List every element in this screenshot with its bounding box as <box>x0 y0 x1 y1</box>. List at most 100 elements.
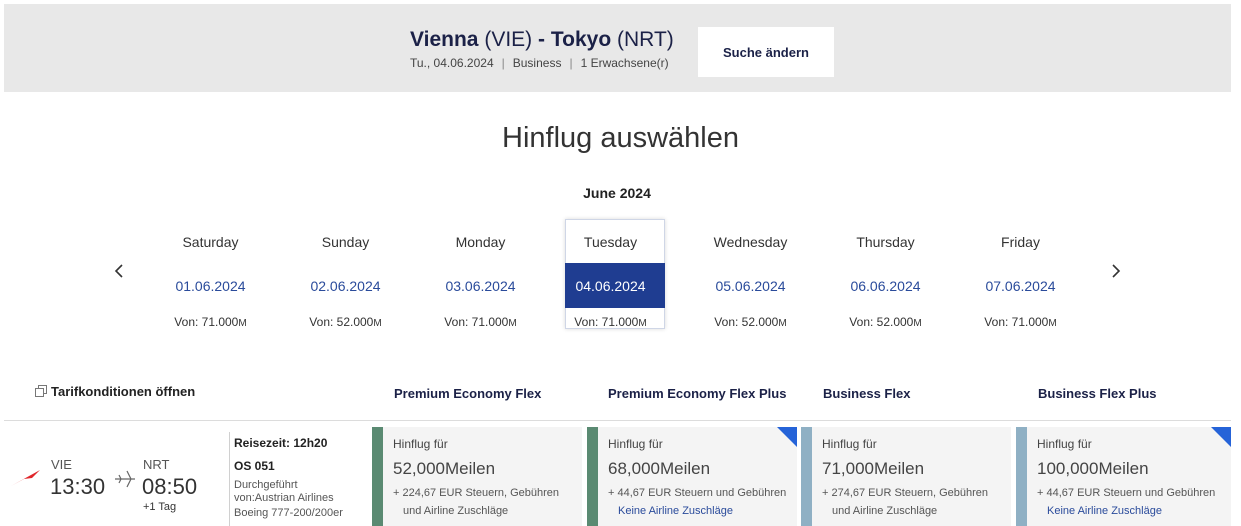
page-title: Hinflug auswählen <box>502 122 739 154</box>
day-name: Saturday <box>182 234 239 250</box>
day-date: 04.06.2024 <box>575 278 646 294</box>
day-price: Von: 71.000M <box>543 315 678 329</box>
day-name: Friday <box>1001 234 1040 250</box>
fare-option-premium-economy-flex[interactable]: Hinflug für 52,000Meilen + 224,67 EUR St… <box>372 427 582 526</box>
cabin-class: Business <box>512 56 562 70</box>
fare-tax-line: + 44,67 EUR Steuern und Gebühren <box>608 487 787 499</box>
day-option[interactable]: Wednesday 05.06.2024 Von: 52.000M <box>683 219 818 329</box>
fare-option-premium-economy-flex-plus[interactable]: Hinflug für 68,000Meilen + 44,67 EUR Ste… <box>587 427 797 526</box>
day-price-value: Von: 71.000 <box>174 315 239 329</box>
route-title: Vienna (VIE) - Tokyo (NRT) <box>410 28 674 52</box>
route-details: Tu., 04.06.2024 | Business | 1 Erwachsene(r) <box>410 56 669 70</box>
day-price: Von: 52.000M <box>278 315 413 329</box>
recommended-corner-badge <box>1211 427 1231 447</box>
fare-taxes: + 224,67 EUR Steuern, Gebühren und Airli… <box>393 484 583 520</box>
day-name: Wednesday <box>713 234 788 250</box>
fare-tax-line: + 274,67 EUR Steuern, Gebühren <box>822 487 989 499</box>
day-price-value: Von: 52.000 <box>714 315 779 329</box>
divider <box>4 420 1231 421</box>
search-summary-bar: Vienna (VIE) - Tokyo (NRT) Tu., 04.06.20… <box>4 4 1231 92</box>
change-search-button[interactable]: Suche ändern <box>698 27 834 77</box>
day-date: 02.06.2024 <box>310 278 381 294</box>
aircraft-type: Boeing 777-200/200er <box>234 507 343 519</box>
divider <box>229 432 230 526</box>
day-name: Tuesday <box>583 234 638 250</box>
separator: | <box>501 56 505 70</box>
calendar-month: June 2024 <box>583 185 651 201</box>
day-price: Von: 71.000M <box>953 315 1088 329</box>
departure-time: 13:30 <box>50 474 106 499</box>
miles-unit: M <box>1048 318 1057 329</box>
fare-option-business-flex-plus[interactable]: Hinflug für 100,000Meilen + 44,67 EUR St… <box>1016 427 1231 526</box>
day-option[interactable]: Thursday 06.06.2024 Von: 52.000M <box>818 219 953 329</box>
origin-code: (VIE) <box>484 28 533 51</box>
chevron-right-icon <box>1112 264 1121 278</box>
fare-color-bar <box>1016 427 1027 526</box>
fare-column-header: Business Flex Plus <box>1038 386 1157 401</box>
fare-tax-line: + 44,67 EUR Steuern und Gebühren <box>1037 487 1216 499</box>
no-surcharge-link[interactable]: Keine Airline Zuschläge <box>608 502 798 520</box>
austrian-airlines-logo-icon <box>11 470 40 486</box>
chevron-left-icon <box>114 264 123 278</box>
day-price: Von: 71.000M <box>143 315 278 329</box>
day-price-value: Von: 52.000 <box>309 315 374 329</box>
operator-name: von:Austrian Airlines <box>234 492 334 504</box>
departure-airport: VIE <box>51 457 72 472</box>
fare-miles: 71,000Meilen <box>822 459 925 478</box>
miles-unit: M <box>913 318 922 329</box>
fare-column-header: Premium Economy Flex Plus <box>608 386 787 401</box>
miles-unit: M <box>778 318 787 329</box>
flight-number-text: OS 051 <box>234 459 275 473</box>
day-option[interactable]: Sunday 02.06.2024 Von: 52.000M <box>278 219 413 329</box>
fare-label: Hinflug für <box>393 437 448 451</box>
fare-tax-line: + 224,67 EUR Steuern, Gebühren <box>393 487 560 499</box>
fare-miles: 100,000Meilen <box>1037 459 1149 478</box>
operated-by-label: Durchgeführt <box>234 479 298 491</box>
miles-unit: M <box>373 318 382 329</box>
day-date: 07.06.2024 <box>985 278 1056 294</box>
day-price: Von: 71.000M <box>413 315 548 329</box>
fare-conditions-toggle[interactable]: Tarifkonditionen öffnen <box>35 384 195 399</box>
day-option[interactable]: Friday 07.06.2024 Von: 71.000M <box>953 219 1088 329</box>
airplane-icon <box>115 470 135 488</box>
next-days-button[interactable] <box>1106 260 1126 282</box>
arrival-airport: NRT <box>143 457 170 472</box>
fare-surcharge-line: und Airline Zuschläge <box>403 505 509 517</box>
fare-taxes: + 44,67 EUR Steuern und Gebühren Keine A… <box>608 484 798 520</box>
fare-option-business-flex[interactable]: Hinflug für 71,000Meilen + 274,67 EUR St… <box>801 427 1011 526</box>
day-option-selected[interactable]: Tuesday 04.06.2024 Von: 71.000M <box>543 219 678 329</box>
duration-text: Reisezeit: 12h20 <box>234 436 328 450</box>
day-name: Sunday <box>321 234 370 250</box>
day-date: 01.06.2024 <box>175 278 246 294</box>
route-dash: - <box>538 28 546 51</box>
fare-color-bar <box>801 427 812 526</box>
no-surcharge-link[interactable]: Keine Airline Zuschläge <box>1037 502 1227 520</box>
flight-number[interactable]: OS 051 <box>234 460 275 473</box>
day-option[interactable]: Saturday 01.06.2024 Von: 71.000M <box>143 219 278 329</box>
travel-date: Tu., 04.06.2024 <box>410 56 494 70</box>
previous-days-button[interactable] <box>109 260 129 282</box>
miles-unit: M <box>638 318 647 329</box>
fare-label: Hinflug für <box>608 437 663 451</box>
travel-duration: Reisezeit: 12h20 <box>234 437 327 450</box>
dest-code: (NRT) <box>617 28 674 51</box>
day-name: Monday <box>455 234 506 250</box>
origin-city: Vienna <box>410 28 479 51</box>
fare-label: Hinflug für <box>1037 437 1092 451</box>
day-price: Von: 52.000M <box>818 315 953 329</box>
fare-miles: 52,000Meilen <box>393 459 496 478</box>
fare-taxes: + 274,67 EUR Steuern, Gebühren und Airli… <box>822 484 1012 520</box>
external-window-icon <box>35 385 47 397</box>
day-price-value: Von: 52.000 <box>849 315 914 329</box>
day-option[interactable]: Monday 03.06.2024 Von: 71.000M <box>413 219 548 329</box>
day-price-value: Von: 71.000 <box>984 315 1049 329</box>
day-date: 06.06.2024 <box>850 278 921 294</box>
fare-surcharge-line: und Airline Zuschläge <box>832 505 938 517</box>
day-price-value: Von: 71.000 <box>444 315 509 329</box>
miles-unit: M <box>508 318 517 329</box>
fare-column-header: Premium Economy Flex <box>394 386 542 401</box>
fare-column-header: Business Flex <box>823 386 911 401</box>
fare-taxes: + 44,67 EUR Steuern und Gebühren Keine A… <box>1037 484 1227 520</box>
arrival-time: 08:50 <box>142 474 198 499</box>
day-date: 05.06.2024 <box>715 278 786 294</box>
